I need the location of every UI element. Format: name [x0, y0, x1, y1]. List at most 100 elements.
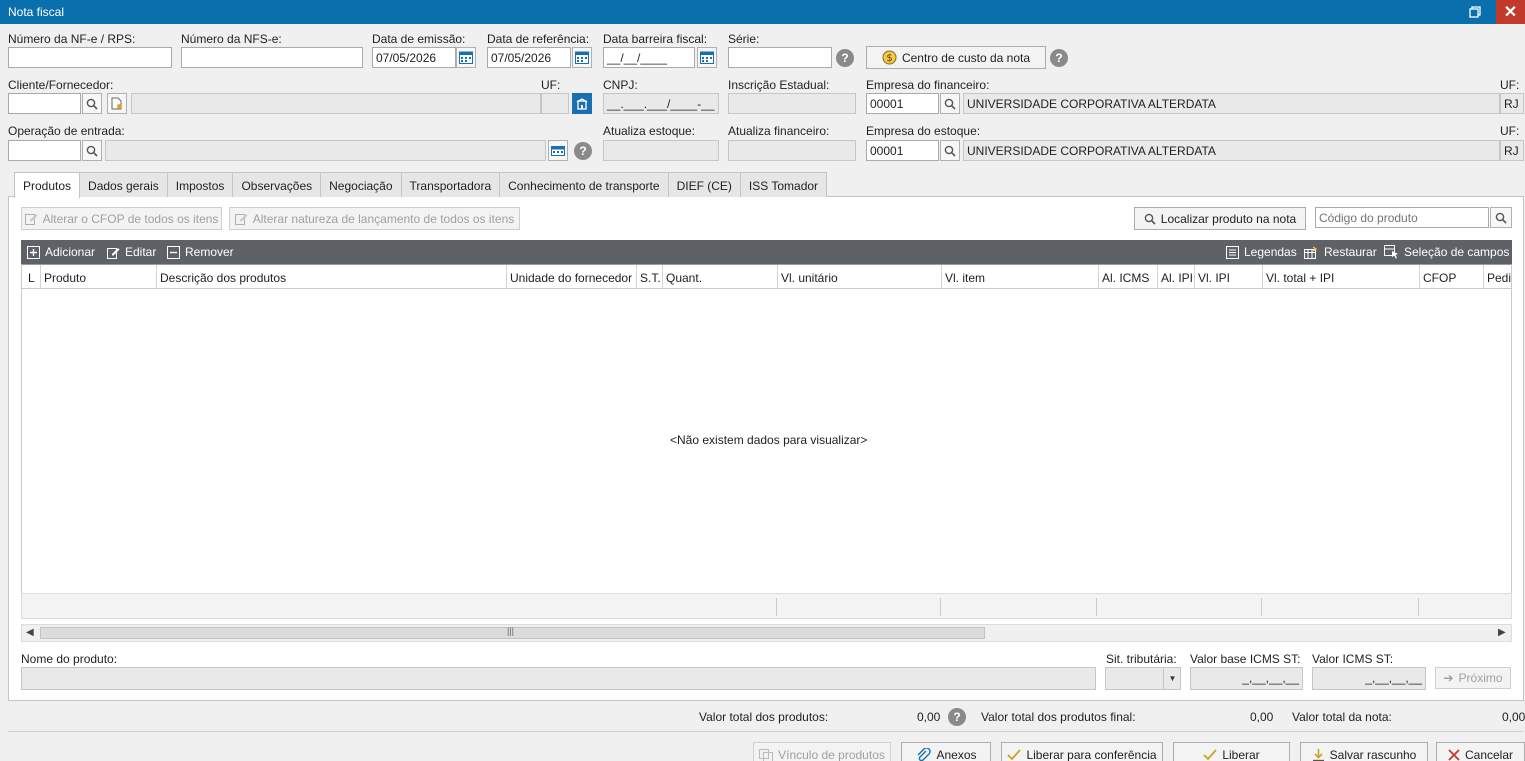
calendar-referencia-button[interactable]	[572, 47, 592, 68]
vinculo-produtos-button[interactable]: Vínculo de produtos	[753, 742, 891, 761]
numero-nfe-input[interactable]	[8, 47, 172, 68]
tab-impostos[interactable]: Impostos	[166, 172, 234, 197]
new-cliente-button[interactable]	[107, 93, 127, 114]
help-icon[interactable]: ?	[836, 49, 854, 67]
alterar-cfop-button[interactable]: Alterar o CFOP de todos os itens	[21, 207, 222, 230]
restaurar-button[interactable]: Restaurar	[1304, 240, 1377, 264]
horizontal-scrollbar[interactable]: ◀ ||| ▶	[21, 624, 1512, 642]
remover-label: Remover	[185, 245, 234, 259]
column-header-quant[interactable]: Quant.	[663, 265, 778, 288]
tab-observacoes[interactable]: Observações	[232, 172, 322, 197]
close-button[interactable]: ✕	[1496, 0, 1525, 24]
product-grid[interactable]: <Não existem dados para visualizar>	[21, 289, 1512, 593]
data-emissao-label: Data de emissão:	[372, 32, 466, 46]
table-details-icon	[551, 145, 565, 156]
total-produtos-final-label: Valor total dos produtos final:	[981, 710, 1136, 724]
operacao-name-field	[105, 140, 546, 161]
column-header-al-icms[interactable]: Al. ICMS	[1099, 265, 1158, 288]
column-header-cfop[interactable]: CFOP	[1420, 265, 1484, 288]
scroll-left-icon[interactable]: ◀	[26, 627, 34, 638]
scroll-thumb[interactable]: |||	[40, 626, 985, 639]
column-header-vl-unitario[interactable]: Vl. unitário	[778, 265, 942, 288]
column-header-pedido[interactable]: Pedi	[1484, 265, 1511, 288]
editar-button[interactable]: Editar	[107, 240, 156, 264]
column-header-descricao[interactable]: Descrição dos produtos	[157, 265, 507, 288]
tab-dados-gerais[interactable]: Dados gerais	[79, 172, 168, 197]
restore-button[interactable]	[1462, 0, 1488, 24]
column-header-vl-total-ipi[interactable]: Vl. total + IPI	[1263, 265, 1420, 288]
atualiza-estoque-field	[603, 140, 719, 161]
column-header-vl-ipi[interactable]: Vl. IPI	[1195, 265, 1263, 288]
calendar-icon	[459, 51, 473, 64]
divider	[8, 731, 1524, 732]
empresa-est-code-input[interactable]: 00001	[866, 140, 939, 161]
chevron-down-icon[interactable]: ▼	[1163, 668, 1180, 689]
coin-icon: $	[882, 50, 897, 65]
scroll-right-icon[interactable]: ▶	[1498, 627, 1506, 638]
tab-negociacao[interactable]: Negociação	[320, 172, 402, 197]
search-empresa-est-button[interactable]	[940, 140, 960, 161]
selecao-campos-button[interactable]: Seleção de campos	[1384, 240, 1509, 264]
alterar-natureza-button[interactable]: Alterar natureza de lançamento de todos …	[229, 207, 520, 230]
empresa-fin-code-input[interactable]: 00001	[866, 93, 939, 114]
column-header-l[interactable]: L	[22, 265, 41, 288]
inscricao-field	[728, 93, 856, 114]
legendas-button[interactable]: Legendas	[1226, 240, 1297, 264]
centro-custo-button[interactable]: $ Centro de custo da nota	[866, 46, 1046, 69]
tab-produtos[interactable]: Produtos	[14, 172, 81, 198]
column-header-al-ipi[interactable]: Al. IPI	[1158, 265, 1195, 288]
help-icon[interactable]: ?	[574, 142, 592, 160]
sit-tributaria-select[interactable]: ▼	[1105, 667, 1181, 690]
salvar-rascunho-button[interactable]: Salvar rascunho	[1300, 742, 1428, 761]
cancel-icon	[1448, 749, 1460, 761]
tab-dief[interactable]: DIEF (CE)	[667, 172, 741, 197]
help-icon[interactable]: ?	[1050, 49, 1068, 67]
data-barreira-input[interactable]: __/__/____	[603, 47, 695, 68]
help-icon[interactable]: ?	[948, 708, 966, 726]
codigo-produto-input[interactable]	[1315, 207, 1489, 228]
salvar-rascunho-label: Salvar rascunho	[1329, 748, 1417, 761]
search-operacao-button[interactable]	[82, 140, 102, 161]
empresa-est-uf-label: UF:	[1500, 124, 1520, 138]
operacao-details-button[interactable]	[548, 140, 568, 161]
adicionar-button[interactable]: Adicionar	[27, 240, 95, 264]
localizar-produto-label: Localizar produto na nota	[1160, 211, 1297, 226]
column-header-unidade[interactable]: Unidade do fornecedor	[507, 265, 637, 288]
grid-toolbar: Adicionar Editar Remover Legendas Restau…	[21, 240, 1512, 264]
calendar-barreira-button[interactable]	[697, 47, 717, 68]
data-referencia-input[interactable]: 07/05/2026	[487, 47, 571, 68]
cliente-code-input[interactable]	[8, 93, 81, 114]
atualiza-financeiro-field	[728, 140, 856, 161]
serie-label: Série:	[728, 32, 760, 46]
operacao-code-input[interactable]	[8, 140, 81, 161]
tab-transportadora[interactable]: Transportadora	[400, 172, 501, 197]
numero-nfs-input[interactable]	[181, 47, 363, 68]
data-emissao-input[interactable]: 07/05/2026	[372, 47, 456, 68]
tab-conhecimento-transporte[interactable]: Conhecimento de transporte	[499, 172, 669, 197]
numero-nfs-label: Número da NFS-e:	[181, 32, 282, 46]
cancelar-button[interactable]: Cancelar	[1436, 742, 1525, 761]
column-header-vl-item[interactable]: Vl. item	[942, 265, 1099, 288]
close-icon: ✕	[1503, 4, 1518, 21]
sit-tributaria-label: Sit. tributária:	[1106, 652, 1177, 666]
arrow-right-icon: ➔	[1443, 671, 1454, 685]
editar-label: Editar	[125, 245, 157, 259]
serie-input[interactable]	[728, 47, 832, 68]
search-codigo-button[interactable]	[1490, 207, 1512, 228]
empresa-est-name-field: UNIVERSIDADE CORPORATIVA ALTERDATA	[963, 140, 1500, 161]
building-icon	[576, 97, 588, 110]
calendar-emissao-button[interactable]	[456, 47, 476, 68]
cliente-info-button[interactable]	[572, 93, 592, 114]
localizar-produto-button[interactable]: Localizar produto na nota	[1134, 207, 1306, 230]
column-header-st[interactable]: S.T.	[637, 265, 663, 288]
search-cliente-button[interactable]	[82, 93, 102, 114]
proximo-button[interactable]: ➔ Próximo	[1435, 667, 1511, 689]
column-header-produto[interactable]: Produto	[41, 265, 157, 288]
search-empresa-fin-button[interactable]	[940, 93, 960, 114]
remover-button[interactable]: Remover	[167, 240, 234, 264]
data-barreira-label: Data barreira fiscal:	[603, 32, 708, 46]
liberar-button[interactable]: Liberar	[1173, 742, 1290, 761]
liberar-conferencia-button[interactable]: Liberar para conferência	[1001, 742, 1163, 761]
anexos-button[interactable]: Anexos	[901, 742, 991, 761]
tab-iss-tomador[interactable]: ISS Tomador	[739, 172, 828, 197]
